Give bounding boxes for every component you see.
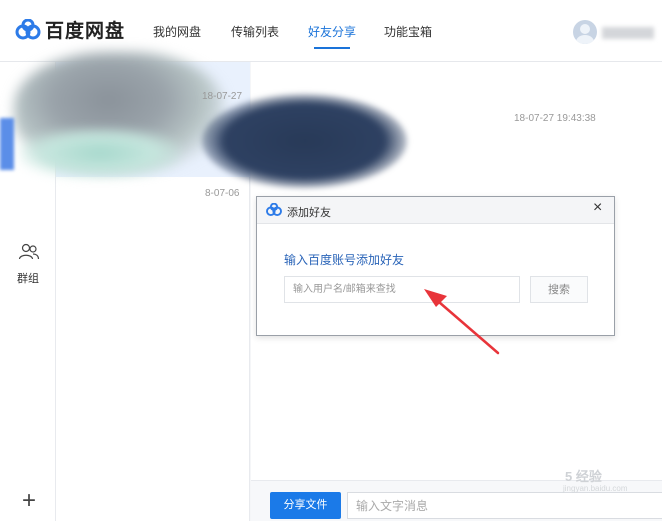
- close-icon[interactable]: ×: [593, 199, 602, 217]
- group-label[interactable]: 群组: [17, 270, 39, 286]
- selection-indicator: [0, 118, 14, 170]
- dialog-heading: 输入百度账号添加好友: [284, 253, 405, 267]
- message-timestamp: 18-07-27 19:43:38: [514, 113, 596, 124]
- redaction-blur: [202, 94, 407, 188]
- add-friend-dialog: 添加好友 × 输入百度账号添加好友 输入用户名/邮箱来查找 搜索: [256, 196, 615, 336]
- conversation-date: 18-07-27: [202, 91, 243, 102]
- message-input[interactable]: 输入文字消息: [347, 492, 662, 519]
- conversation-date: 8-07-06: [205, 188, 240, 199]
- plus-icon[interactable]: +: [14, 486, 44, 516]
- dialog-title: 添加好友: [287, 207, 331, 219]
- avatar[interactable]: [573, 20, 597, 44]
- nav-friend-share[interactable]: 好友分享: [308, 23, 356, 49]
- baidu-cloud-icon: [15, 18, 41, 39]
- search-input[interactable]: 输入用户名/邮箱来查找: [284, 276, 520, 303]
- nav-transfer-list[interactable]: 传输列表: [231, 23, 279, 40]
- username-redacted: [602, 27, 654, 39]
- redaction-blur: [20, 128, 180, 178]
- nav-toolbox[interactable]: 功能宝箱: [384, 23, 432, 40]
- app-title: 百度网盘: [45, 21, 126, 42]
- share-file-button[interactable]: 分享文件: [270, 492, 341, 519]
- app-logo: 百度网盘: [14, 16, 125, 43]
- watermark-sub: jingyan.baidu.com: [563, 484, 628, 493]
- nav-my-disk[interactable]: 我的网盘: [153, 23, 201, 40]
- search-button[interactable]: 搜索: [530, 276, 588, 303]
- dialog-header: 添加好友 ×: [257, 197, 614, 224]
- baidu-cloud-icon: [266, 203, 282, 217]
- group-icon[interactable]: [18, 243, 40, 261]
- watermark: 5 经验: [565, 469, 602, 484]
